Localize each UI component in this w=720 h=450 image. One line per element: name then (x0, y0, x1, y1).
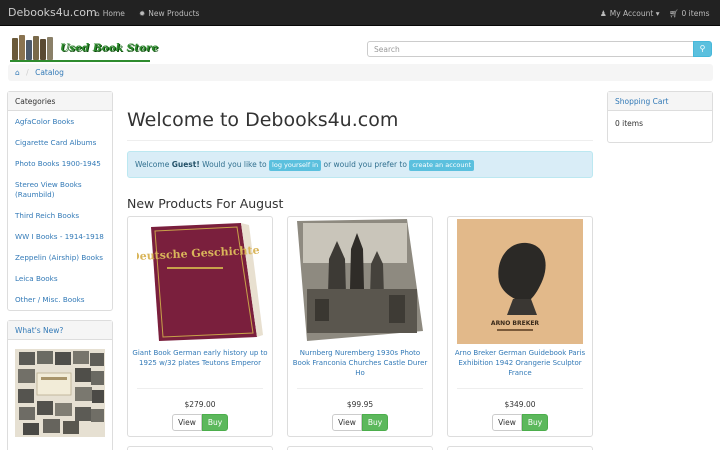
buy-button[interactable]: Buy (362, 414, 388, 431)
product-card (287, 446, 433, 450)
category-item[interactable]: WW I Books - 1914-1918 (8, 226, 112, 247)
product-divider (137, 388, 263, 389)
whats-new-title-text: What's New? (15, 326, 64, 335)
nav-cart[interactable]: 🛒︎ 0 items (669, 9, 710, 18)
home-icon: ⌂ (95, 9, 100, 18)
certificate-icon: ✹ (139, 9, 146, 18)
product-image[interactable]: ARNO BREKER (457, 219, 583, 344)
shopping-cart-panel: Shopping Cart 0 items (607, 91, 713, 143)
category-item[interactable]: Photo Books 1900-1945 (8, 153, 112, 174)
category-item[interactable]: Other / Misc. Books (8, 289, 112, 310)
product-price: $99.95 (346, 400, 374, 409)
search-icon: ⚲ (699, 44, 706, 53)
whats-new-product-image[interactable] (15, 349, 105, 437)
product-image[interactable]: Deutsche Geschichte (137, 219, 263, 344)
alert-or-prefer-text: or would you prefer to (323, 160, 407, 169)
view-button[interactable]: View (492, 414, 522, 431)
product-title[interactable]: Arno Breker German Guidebook Paris Exhib… (452, 348, 588, 378)
category-item[interactable]: Cigarette Card Albums (8, 132, 112, 153)
welcome-alert: Welcome Guest! Would you like to log you… (127, 151, 593, 178)
breadcrumb-home-icon[interactable]: ⌂ (15, 68, 20, 77)
breadcrumb: ⌂ / Catalog (8, 64, 713, 81)
product-card: ARNO BREKER Arno Breker German Guidebook… (447, 216, 593, 437)
view-button[interactable]: View (332, 414, 362, 431)
shopping-cart-title-text: Shopping Cart (615, 97, 669, 106)
product-divider (457, 388, 583, 389)
nav-my-account-label: My Account (609, 9, 654, 18)
title-divider (127, 140, 593, 141)
view-button[interactable]: View (172, 414, 202, 431)
nav-home[interactable]: ⌂ Home (95, 9, 125, 18)
nav-new-products-label: New Products (148, 9, 200, 18)
category-item[interactable]: Third Reich Books (8, 205, 112, 226)
nav-home-label: Home (102, 9, 125, 18)
product-card (447, 446, 593, 450)
shopping-cart-icon: 🛒︎ (669, 9, 679, 18)
caret-down-icon: ▾ (655, 9, 660, 18)
login-link[interactable]: log yourself in (269, 160, 322, 171)
product-price: $279.00 (184, 400, 216, 409)
category-item[interactable]: Leica Books (8, 268, 112, 289)
categories-title: Categories (8, 92, 112, 111)
category-item[interactable]: Stereo View Books (Raumbild) (8, 174, 112, 205)
create-account-link[interactable]: create an account (409, 160, 475, 171)
buy-button[interactable]: Buy (202, 414, 228, 431)
shopping-cart-title[interactable]: Shopping Cart (608, 92, 712, 111)
buy-button[interactable]: Buy (522, 414, 548, 431)
product-card: Nurnberg Nuremberg 1930s Photo Book Fran… (287, 216, 433, 437)
category-item[interactable]: AgfaColor Books (8, 111, 112, 132)
alert-guest-text: Guest! (171, 160, 200, 169)
categories-list: AgfaColor Books Cigarette Card Albums Ph… (8, 111, 112, 310)
category-item[interactable]: Zeppelin (Airship) Books (8, 247, 112, 268)
logo-text: Used Book Store (60, 42, 159, 54)
product-divider (297, 388, 423, 389)
product-card (127, 446, 273, 450)
user-icon: ♟ (600, 9, 607, 18)
categories-panel: Categories AgfaColor Books Cigarette Car… (7, 91, 113, 311)
page-title: Welcome to Debooks4u.com (127, 109, 399, 131)
whats-new-panel: What's New? (7, 320, 113, 450)
top-navbar: Debooks4u.com ⌂ Home ✹ New Products ♟ My Ac… (0, 0, 720, 26)
store-logo[interactable]: Used Book Store (10, 34, 158, 62)
nav-new-products[interactable]: ✹ New Products (139, 9, 199, 18)
shopping-cart-content: 0 items (615, 119, 644, 128)
logo-underline (10, 60, 150, 62)
whats-new-title[interactable]: What's New? (8, 321, 112, 340)
product-title[interactable]: Giant Book German early history up to 19… (132, 348, 268, 368)
brand-link[interactable]: Debooks4u.com (8, 6, 97, 19)
search-input[interactable] (367, 41, 694, 57)
product-card: Deutsche Geschichte Giant Book German ea… (127, 216, 273, 437)
alert-would-you-text: Would you like to (202, 160, 267, 169)
nav-my-account[interactable]: ♟ My Account ▾ (600, 9, 659, 18)
product-title[interactable]: Nurnberg Nuremberg 1930s Photo Book Fran… (292, 348, 428, 378)
books-logo-icon (10, 34, 58, 60)
product-price: $349.00 (504, 400, 536, 409)
breadcrumb-separator: / (26, 68, 29, 77)
nav-cart-label: 0 items (681, 9, 710, 18)
alert-welcome-text: Welcome (135, 160, 170, 169)
search-button[interactable]: ⚲ (693, 41, 712, 57)
breadcrumb-catalog[interactable]: Catalog (35, 68, 64, 77)
new-products-heading: New Products For August (127, 196, 284, 211)
product-cover-text: ARNO BREKER (491, 320, 540, 327)
product-image[interactable] (297, 219, 423, 344)
